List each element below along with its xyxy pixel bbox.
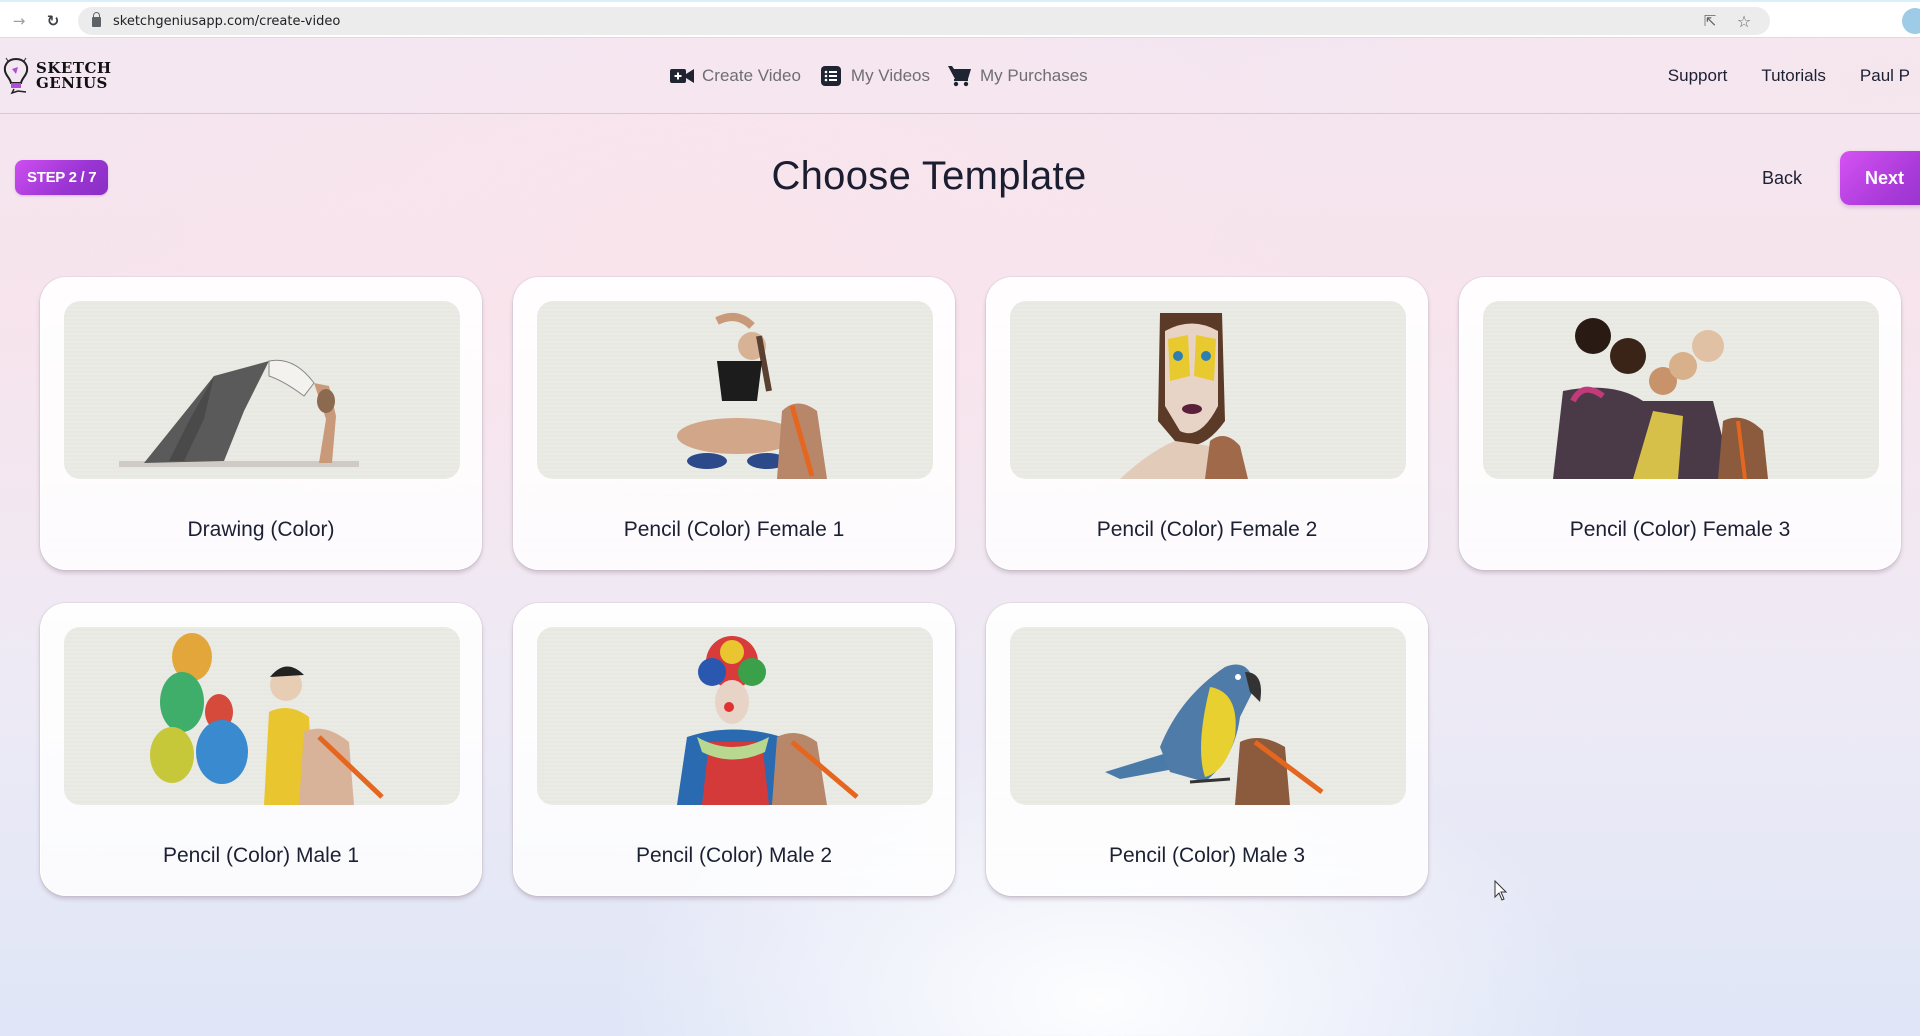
template-thumbnail [537, 301, 933, 479]
yoga-sketch-image [119, 359, 359, 467]
lock-icon[interactable] [92, 12, 101, 27]
url-text[interactable]: sketchgeniusapp.com/create-video [113, 14, 340, 29]
nav-my-videos[interactable]: My Videos [819, 65, 930, 87]
nav-create-video[interactable]: Create Video [670, 65, 801, 87]
template-thumbnail [537, 627, 933, 805]
template-label: Pencil (Color) Female 2 [1096, 518, 1318, 541]
mouse-cursor-icon [1494, 879, 1508, 902]
template-card-pencil-male-1[interactable]: Pencil (Color) Male 1 [40, 603, 482, 896]
template-card-pencil-female-3[interactable]: Pencil (Color) Female 3 [1459, 277, 1901, 570]
template-thumbnail [1483, 301, 1879, 479]
page-title: Choose Template [771, 154, 1087, 198]
video-camera-plus-icon [670, 65, 694, 87]
logo-line-2: GENIUS [36, 74, 108, 92]
browser-toolbar: → ↻ sketchgeniusapp.com/create-video ⇱ ☆ [0, 0, 1920, 38]
template-label: Pencil (Color) Female 1 [623, 518, 845, 541]
template-label: Pencil (Color) Male 1 [162, 844, 360, 867]
template-label: Pencil (Color) Male 2 [635, 844, 833, 867]
template-card-pencil-male-3[interactable]: Pencil (Color) Male 3 [986, 603, 1428, 896]
group-of-friends-image [1553, 318, 1768, 479]
clown-image [677, 636, 859, 805]
nav-my-purchases[interactable]: My Purchases [947, 65, 1088, 87]
user-menu[interactable]: Paul P [1860, 66, 1910, 86]
template-card-pencil-female-2[interactable]: Pencil (Color) Female 2 [986, 277, 1428, 570]
template-thumbnail [1010, 627, 1406, 805]
stretching-woman-image [677, 313, 827, 479]
logo-text: SKETCH GENIUS [36, 61, 112, 91]
user-nav: Support Tutorials Paul P [1668, 38, 1910, 114]
lightbulb-icon [2, 56, 30, 96]
shopping-cart-icon [947, 65, 972, 87]
star-icon[interactable]: ☆ [1732, 7, 1756, 35]
template-label: Pencil (Color) Male 3 [1108, 844, 1306, 867]
support-link[interactable]: Support [1668, 66, 1728, 86]
template-thumbnail [64, 627, 460, 805]
nav-my-purchases-label: My Purchases [979, 66, 1088, 85]
template-grid: Drawing (Color) Pencil (Color) Female 1 [40, 277, 1901, 896]
nav-my-videos-label: My Videos [850, 66, 930, 85]
boy-with-balloons-image [150, 633, 384, 805]
next-button[interactable]: Next [1840, 151, 1920, 205]
macaw-parrot-image [1105, 664, 1324, 805]
template-label: Pencil (Color) Female 3 [1569, 518, 1791, 541]
template-card-pencil-female-1[interactable]: Pencil (Color) Female 1 [513, 277, 955, 570]
template-thumbnail [64, 301, 460, 479]
template-label: Drawing (Color) [187, 518, 335, 541]
template-thumbnail [1010, 301, 1406, 479]
address-bar[interactable]: sketchgeniusapp.com/create-video ⇱ ☆ [78, 7, 1770, 35]
template-card-drawing-color[interactable]: Drawing (Color) [40, 277, 482, 570]
nav-create-video-label: Create Video [702, 66, 801, 85]
app-header: SKETCH GENIUS Create Video My Videos My … [0, 38, 1920, 114]
butterfly-makeup-face-image [1120, 313, 1248, 479]
back-button[interactable]: Back [1762, 163, 1802, 193]
share-icon[interactable]: ⇱ [1698, 7, 1722, 35]
forward-icon[interactable]: → [8, 10, 30, 32]
main-nav: Create Video My Videos My Purchases [670, 38, 1088, 114]
template-card-pencil-male-2[interactable]: Pencil (Color) Male 2 [513, 603, 955, 896]
reload-icon[interactable]: ↻ [42, 10, 64, 32]
profile-avatar[interactable] [1902, 8, 1920, 34]
list-icon [819, 65, 843, 87]
logo[interactable]: SKETCH GENIUS [2, 54, 127, 98]
tutorials-link[interactable]: Tutorials [1761, 66, 1826, 86]
